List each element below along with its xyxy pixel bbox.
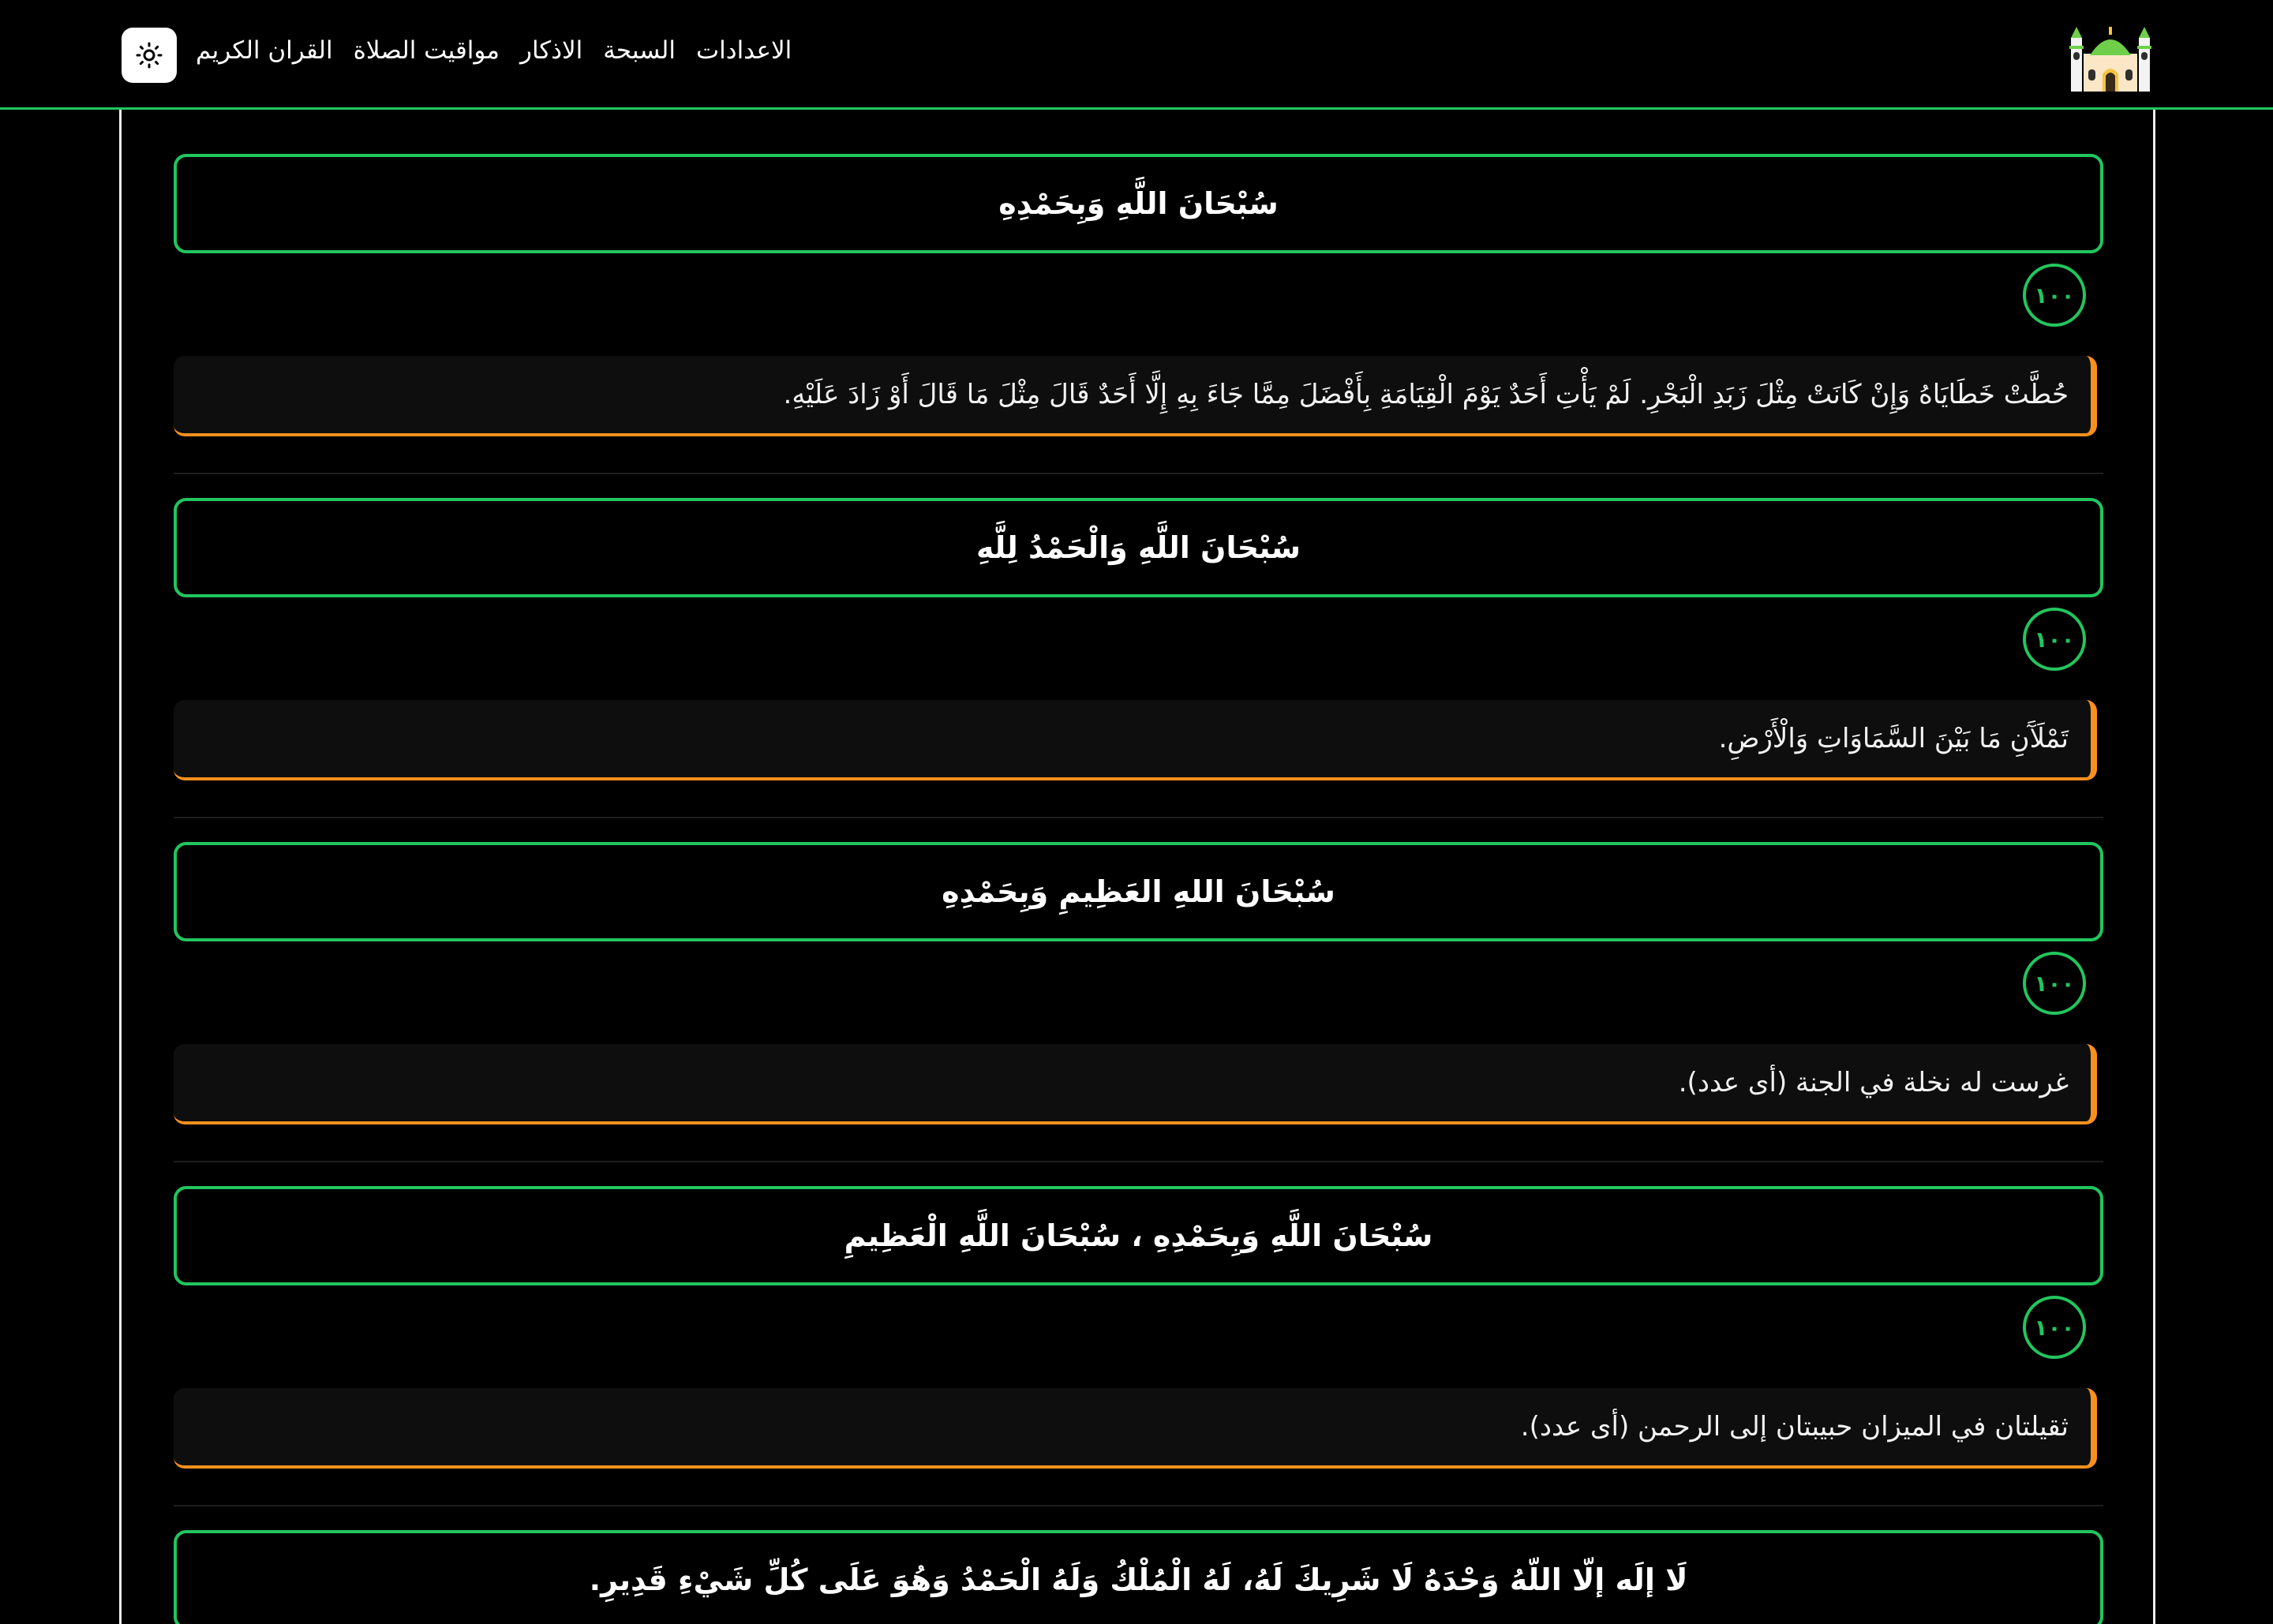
zikr-card: سُبْحَانَ اللهِ العَظِيمِ وَبِحَمْدِهِ ١… — [174, 798, 2103, 1162]
zikr-card: سُبْحَانَ اللَّهِ وَبِحَمْدِهِ ، سُبْحَا… — [174, 1142, 2103, 1506]
zikr-counter-button[interactable]: ١٠٠ — [2023, 608, 2086, 671]
nav-links: القران الكريم مواقيت الصلاة الاذكار السب… — [196, 28, 792, 73]
nav-link-settings[interactable]: الاعدادات — [696, 36, 792, 65]
zikr-card: لَا إلَه إلّا اللّهُ وَحْدَهُ لَا شَرِيك… — [174, 1486, 2103, 1624]
zikr-virtue: حُطَّتْ خَطَايَاهُ وَإِنْ كَانَتْ مِثْلَ… — [174, 356, 2097, 436]
nav-link-azkar[interactable]: الاذكار — [520, 36, 582, 65]
navbar: القران الكريم مواقيت الصلاة الاذكار السب… — [0, 0, 2273, 110]
zikr-virtue: ثقيلتان في الميزان حبيبتان إلى الرحمن (أ… — [174, 1388, 2097, 1469]
sun-icon — [136, 42, 163, 69]
zikr-counter-button[interactable]: ١٠٠ — [2023, 952, 2086, 1015]
mosque-logo-icon[interactable] — [2069, 22, 2151, 92]
zikr-text-box[interactable]: سُبْحَانَ اللَّهِ وَبِحَمْدِهِ — [174, 154, 2103, 253]
zikr-text-box[interactable]: سُبْحَانَ اللَّهِ وَبِحَمْدِهِ ، سُبْحَا… — [174, 1186, 2103, 1285]
azkar-container: سُبْحَانَ اللَّهِ وَبِحَمْدِهِ ١٠٠ حُطَّ… — [119, 110, 2155, 1624]
zikr-card: سُبْحَانَ اللَّهِ وَبِحَمْدِهِ ١٠٠ حُطَّ… — [174, 110, 2103, 474]
zikr-virtue: تَمْلَآَنِ مَا بَيْنَ السَّمَاوَاتِ وَال… — [174, 700, 2097, 780]
zikr-text-box[interactable]: سُبْحَانَ اللهِ العَظِيمِ وَبِحَمْدِهِ — [174, 842, 2103, 941]
theme-toggle-button[interactable] — [122, 28, 177, 83]
zikr-text-box[interactable]: لَا إلَه إلّا اللّهُ وَحْدَهُ لَا شَرِيك… — [174, 1530, 2103, 1624]
nav-link-quran[interactable]: القران الكريم — [196, 36, 333, 65]
zikr-virtue: غرست له نخلة في الجنة (أى عدد). — [174, 1044, 2097, 1124]
nav-link-prayer-times[interactable]: مواقيت الصلاة — [354, 36, 500, 65]
nav-link-tasbih[interactable]: السبحة — [603, 36, 676, 65]
zikr-text-box[interactable]: سُبْحَانَ اللَّهِ وَالْحَمْدُ لِلَّهِ — [174, 498, 2103, 597]
zikr-counter-button[interactable]: ١٠٠ — [2023, 264, 2086, 327]
zikr-counter-button[interactable]: ١٠٠ — [2023, 1296, 2086, 1359]
zikr-card: سُبْحَانَ اللَّهِ وَالْحَمْدُ لِلَّهِ ١٠… — [174, 454, 2103, 818]
